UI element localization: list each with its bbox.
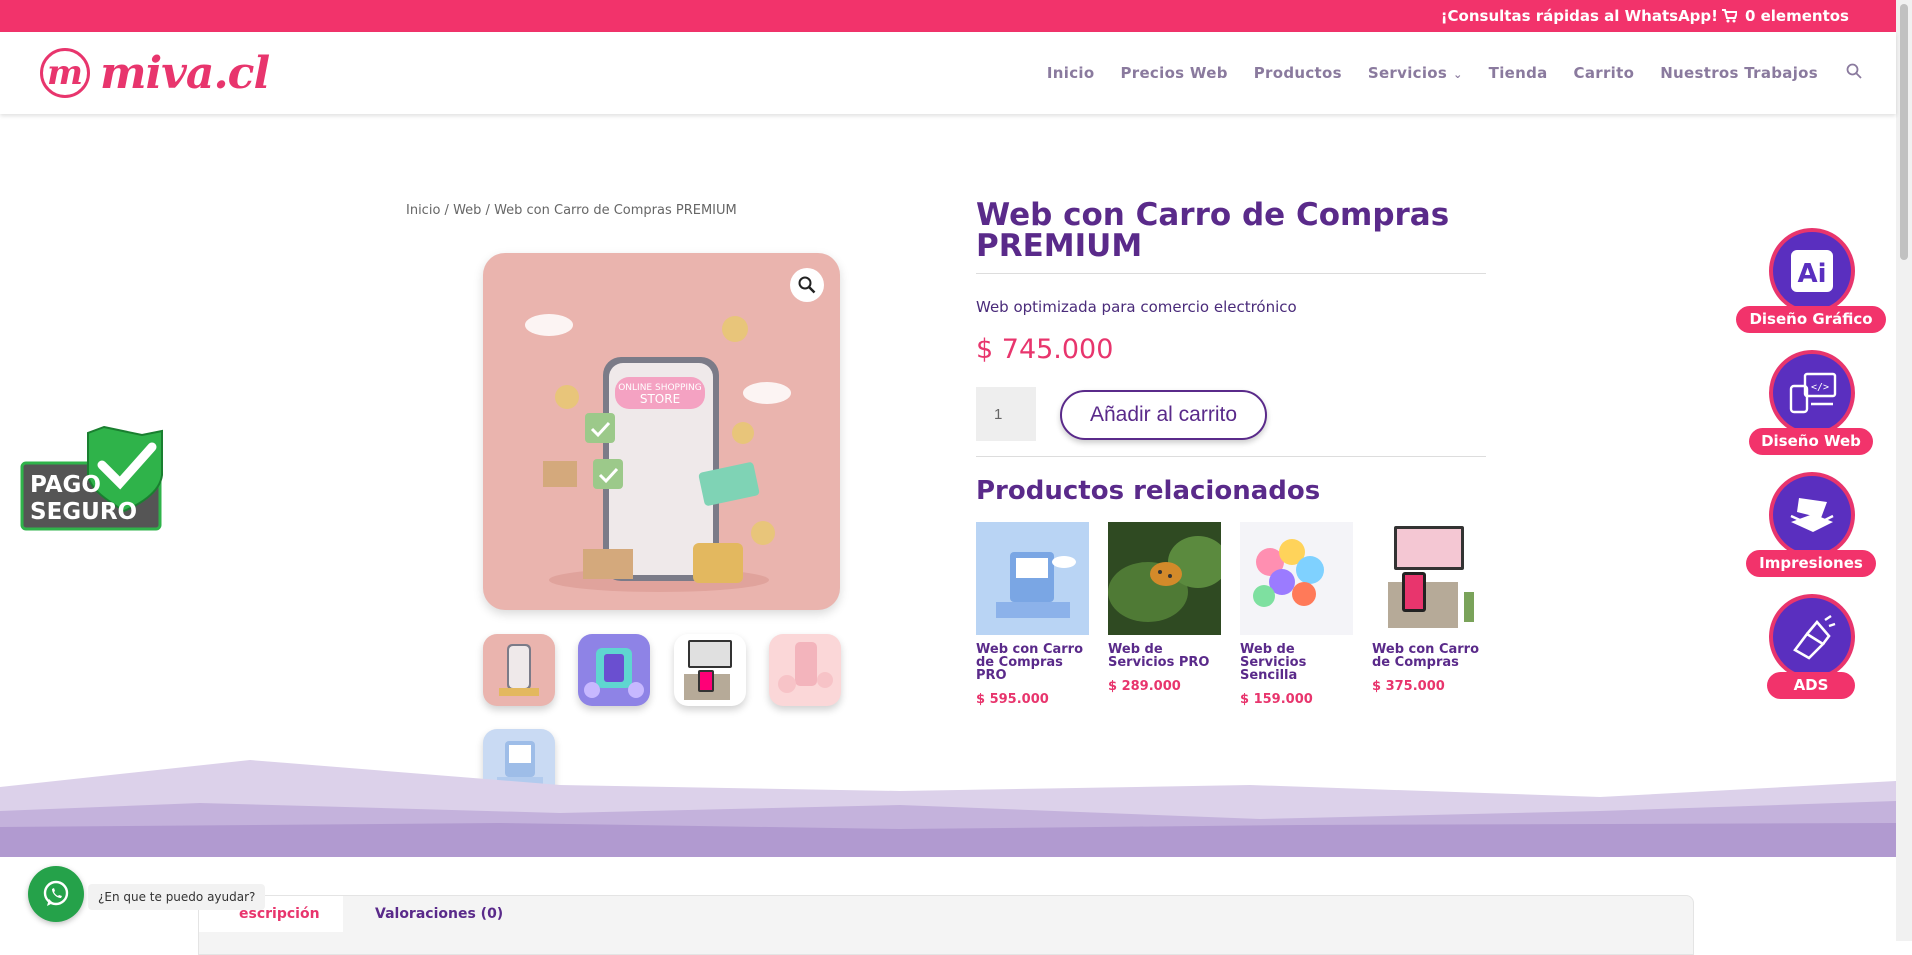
scrollbar[interactable] (1896, 0, 1912, 941)
related-product-1[interactable]: Web con Carro de Compras PRO $ 595.000 (976, 522, 1090, 707)
logo-text: miva.cl (100, 47, 270, 99)
related-product-3-image[interactable] (1240, 522, 1353, 635)
nav-tienda[interactable]: Tienda (1489, 64, 1548, 82)
related-product-2-image[interactable] (1108, 522, 1221, 635)
breadcrumb: Inicio / Web / Web con Carro de Compras … (406, 203, 737, 218)
related-product-3-price: $ 159.000 (1240, 692, 1313, 707)
site-header: m miva.cl Inicio Precios Web Productos S… (0, 32, 1896, 114)
related-product-1-image[interactable] (976, 522, 1089, 635)
related-product-3[interactable]: Web de Servicios Sencilla $ 159.000 (1240, 522, 1354, 707)
seal-line-2: SEGURO (30, 499, 137, 525)
megaphone-icon (1769, 594, 1855, 680)
add-to-cart-button[interactable]: Añadir al carrito (1060, 390, 1267, 440)
quantity-input[interactable] (976, 387, 1036, 441)
product-tabs: escripción Valoraciones (0) (198, 895, 1694, 955)
service-label-ads: ADS (1767, 672, 1855, 699)
scrollbar-thumb[interactable] (1900, 4, 1908, 260)
cart-count: 0 elementos (1744, 7, 1849, 25)
cart-icon (1721, 9, 1739, 23)
seal-line-1: PAGO (30, 472, 101, 498)
chevron-down-icon: ⌄ (1453, 68, 1463, 81)
service-label-diseno-grafico: Diseño Gráfico (1736, 306, 1886, 333)
nav-servicios-label: Servicios (1367, 64, 1448, 82)
title-divider (976, 273, 1486, 274)
related-product-4-price: $ 375.000 (1372, 679, 1445, 694)
main-nav: Inicio Precios Web Productos Servicios ⌄ … (1021, 32, 1862, 114)
zoom-icon[interactable] (790, 268, 824, 302)
svg-text:</>: </> (1811, 382, 1829, 393)
whatsapp-icon (43, 880, 69, 906)
image-label-line2: STORE (640, 392, 680, 406)
thumbnail-4[interactable] (769, 634, 841, 706)
service-label-impresiones: Impresiones (1746, 550, 1876, 577)
top-bar: ¡Consultas rápidas al WhatsApp! 0 elemen… (0, 0, 1896, 32)
svg-text:Ai: Ai (1797, 259, 1826, 289)
related-product-4[interactable]: Web con Carro de Compras $ 375.000 (1372, 522, 1486, 694)
whatsapp-chat-button[interactable] (28, 866, 84, 922)
decorative-waves (0, 760, 1896, 857)
nav-carrito[interactable]: Carrito (1574, 64, 1635, 82)
site-logo[interactable]: m miva.cl (40, 47, 270, 99)
breadcrumb-home[interactable]: Inicio (406, 203, 440, 218)
related-product-4-image[interactable] (1372, 522, 1485, 635)
service-label-diseno-web: Diseño Web (1749, 428, 1873, 455)
nav-productos[interactable]: Productos (1254, 64, 1342, 82)
product-short-description: Web optimizada para comercio electrónico (976, 298, 1297, 316)
logo-mark: m (40, 48, 90, 98)
related-product-2-name[interactable]: Web de Servicios PRO (1108, 643, 1222, 669)
breadcrumb-current: Web con Carro de Compras PREMIUM (494, 203, 737, 218)
related-product-3-name[interactable]: Web de Servicios Sencilla (1240, 643, 1354, 682)
product-price: $ 745.000 (976, 334, 1114, 365)
thumbnail-1[interactable] (483, 634, 555, 706)
related-products-heading: Productos relacionados (976, 476, 1321, 506)
search-icon[interactable] (1846, 63, 1862, 83)
nav-servicios[interactable]: Servicios ⌄ (1368, 64, 1463, 82)
whatsapp-link[interactable]: ¡Consultas rápidas al WhatsApp! (1441, 0, 1718, 32)
related-product-1-price: $ 595.000 (976, 692, 1049, 707)
cart-link[interactable]: 0 elementos (1721, 0, 1849, 32)
related-product-2-price: $ 289.000 (1108, 679, 1181, 694)
print-stack-icon (1769, 472, 1855, 558)
nav-inicio[interactable]: Inicio (1047, 64, 1095, 82)
product-title: Web con Carro de Compras PREMIUM (976, 197, 1450, 264)
thumbnail-2[interactable] (578, 634, 650, 706)
illustrator-icon: Ai (1769, 228, 1855, 314)
related-product-2[interactable]: Web de Servicios PRO $ 289.000 (1108, 522, 1222, 694)
thumbnail-3[interactable] (674, 634, 746, 706)
breadcrumb-category[interactable]: Web (453, 203, 481, 218)
secure-payment-seal: PAGO SEGURO (20, 425, 164, 531)
web-design-icon: </> (1769, 350, 1855, 436)
cart-divider (976, 456, 1486, 457)
nav-precios-web[interactable]: Precios Web (1120, 64, 1227, 82)
product-main-image[interactable]: ONLINE SHOPPING STORE (483, 253, 840, 610)
related-product-1-name[interactable]: Web con Carro de Compras PRO (976, 643, 1090, 682)
tab-reviews[interactable]: Valoraciones (0) (375, 896, 503, 932)
whatsapp-prompt[interactable]: ¿En que te puedo ayudar? (88, 884, 266, 910)
nav-nuestros-trabajos[interactable]: Nuestros Trabajos (1660, 64, 1818, 82)
related-product-4-name[interactable]: Web con Carro de Compras (1372, 643, 1486, 669)
